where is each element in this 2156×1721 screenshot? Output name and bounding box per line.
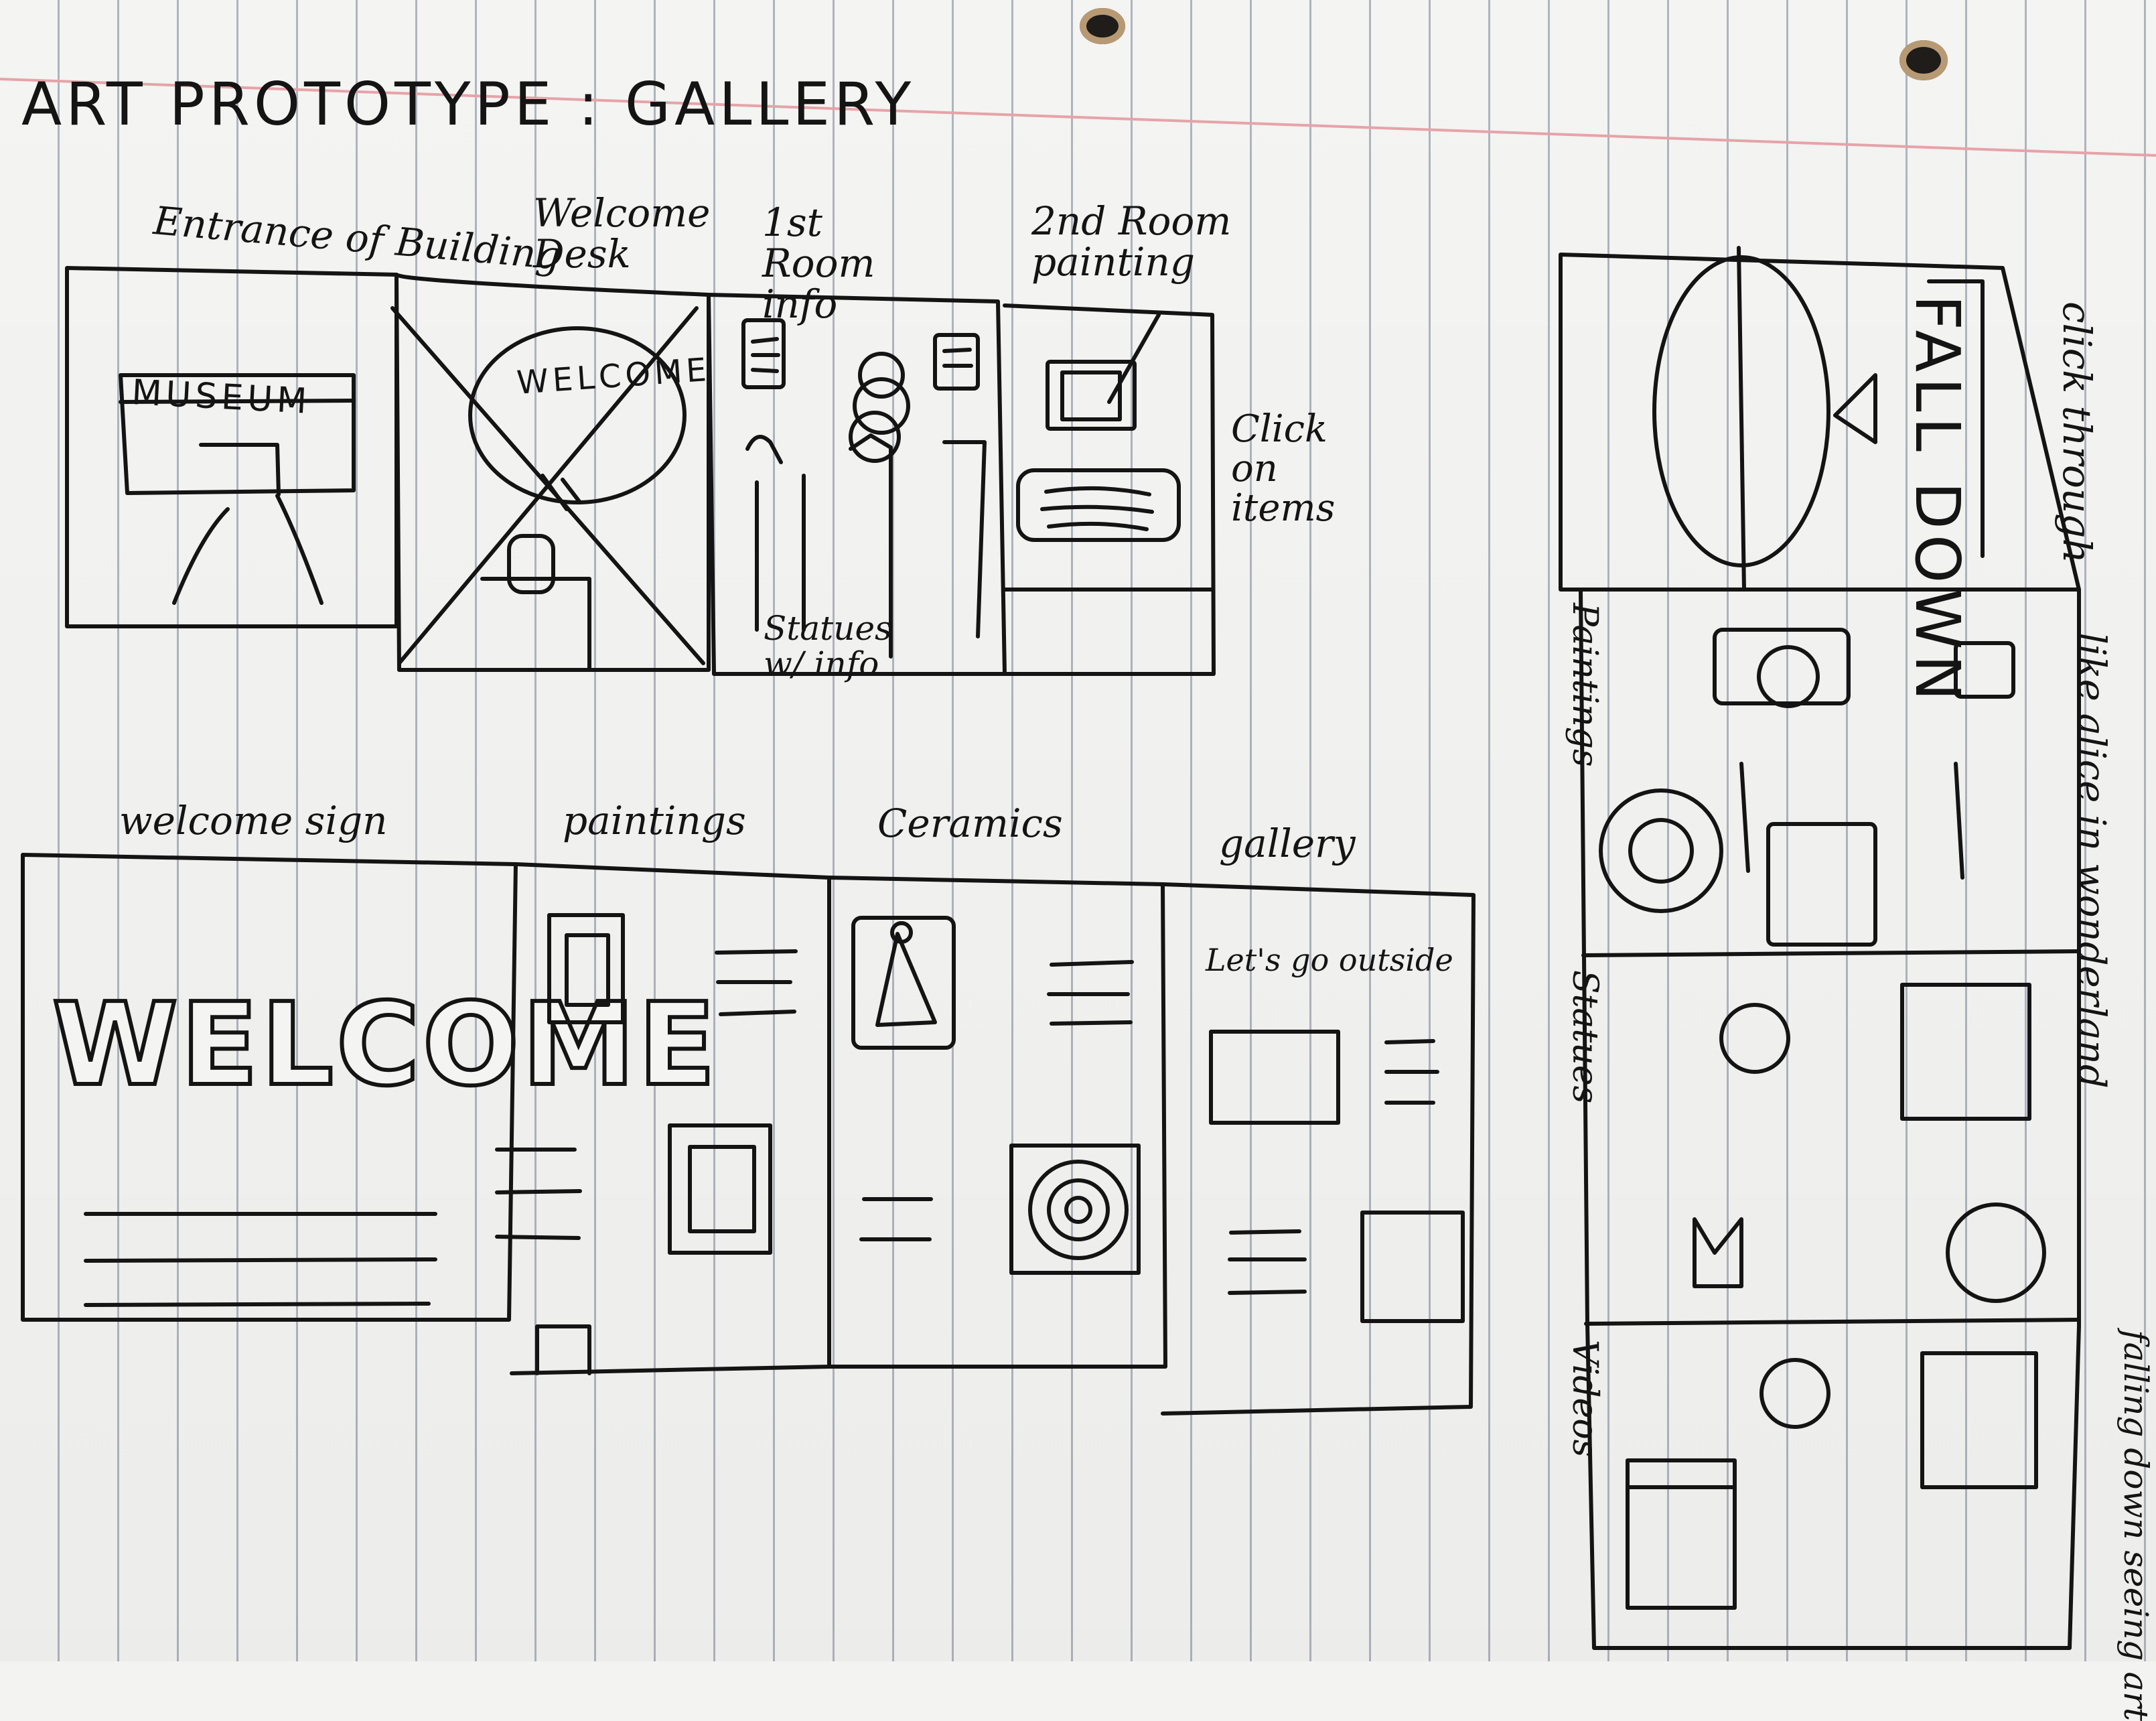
frame-second-room (1003, 303, 1216, 676)
frame-welcome-sign (21, 853, 518, 1322)
frame-right-stack (1559, 246, 2081, 1650)
storyboard-sketch (21, 246, 2081, 1650)
frame-paintings (495, 862, 831, 1375)
frame-welcome-desk (390, 273, 711, 672)
frame-gallery (1161, 882, 1476, 1416)
frame-first-room (707, 293, 1007, 676)
frame-ceramics (827, 876, 1167, 1369)
frame-entrance (65, 266, 399, 628)
